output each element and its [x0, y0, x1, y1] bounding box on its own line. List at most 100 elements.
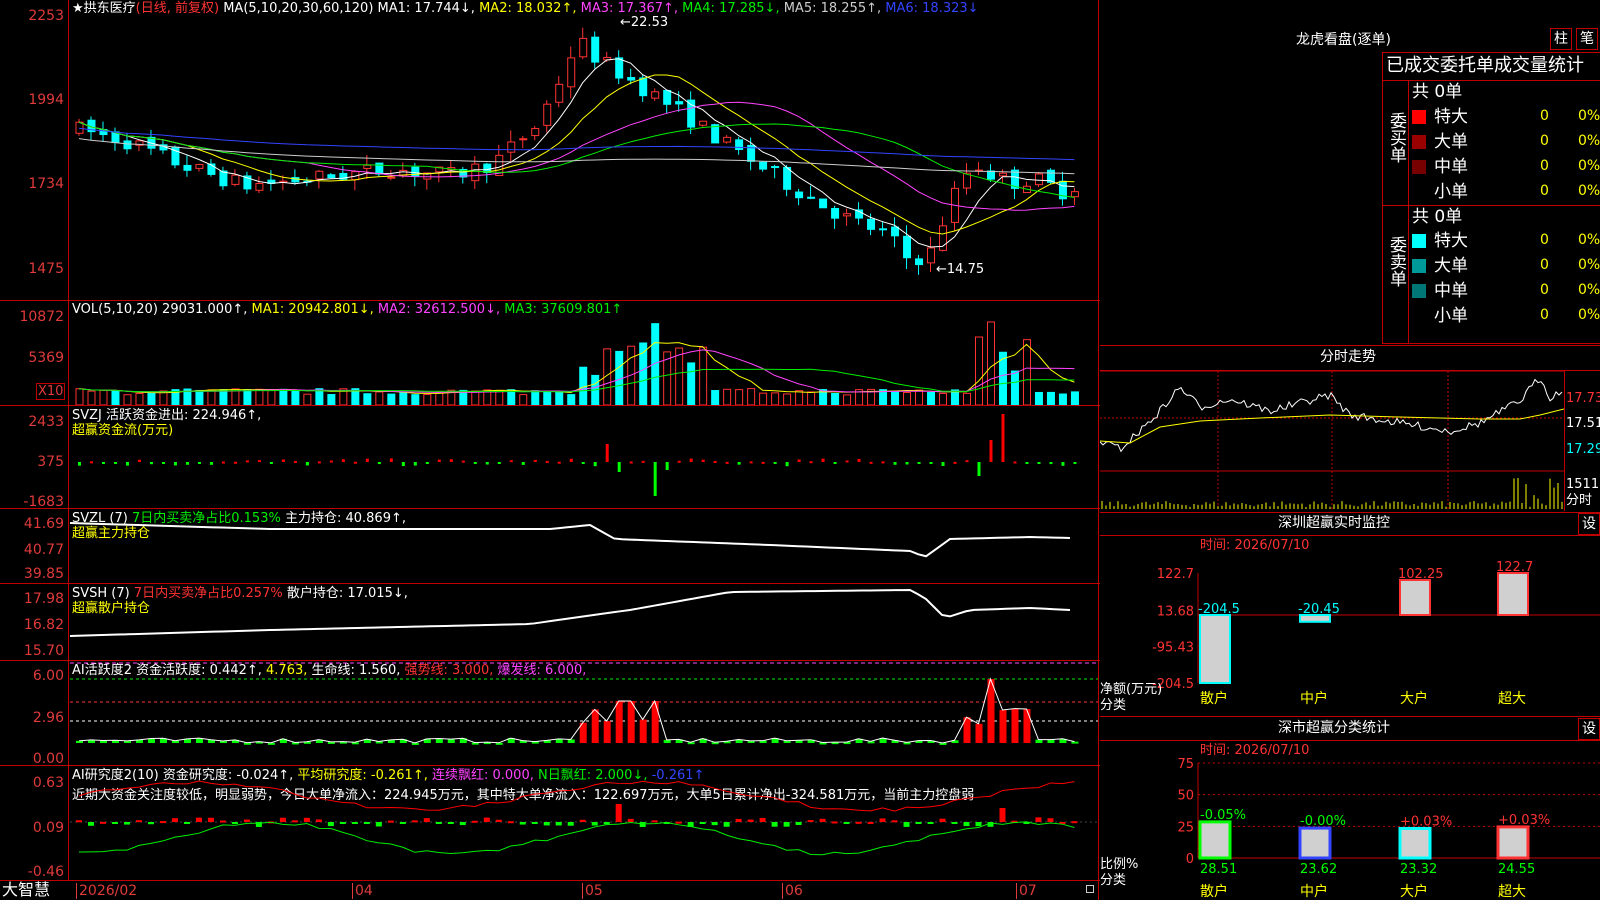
research-bar [99, 821, 106, 824]
research-bar [795, 822, 802, 825]
monitor-settings-button[interactable]: 设 [1578, 513, 1600, 535]
classify-y-tick: 50 [1177, 789, 1194, 804]
candlestick-chart[interactable] [70, 18, 1098, 300]
intraday-chart[interactable] [1100, 371, 1564, 511]
main-holding-chart[interactable] [70, 509, 1098, 583]
candle-body [879, 228, 888, 231]
research-bar [735, 818, 742, 822]
fund-flow-bar [821, 458, 825, 462]
longhu-row[interactable]: 中单 0 0% [1412, 280, 1600, 302]
volume-bar [783, 393, 792, 405]
vol-value: MA1: 20942.801↓, [251, 302, 378, 317]
research-bar [339, 822, 346, 824]
candle-body [231, 174, 240, 185]
price-tick: 1734 [28, 176, 64, 192]
brand-label[interactable]: 大智慧 [2, 880, 50, 900]
classify-value-label: 24.55 [1498, 862, 1535, 877]
fund-flow-bar [593, 462, 597, 467]
longhu-row[interactable]: 特大 0 0% [1412, 230, 1600, 252]
longhu-row[interactable]: 中单 0 0% [1412, 156, 1600, 178]
volume-bar [75, 388, 84, 405]
volume-chart[interactable] [70, 316, 1098, 405]
research-bar [87, 822, 94, 826]
svzj-tick: -1683 [23, 494, 64, 510]
activity-bar [603, 721, 611, 743]
stock-title[interactable]: ★拱东医疗 [72, 1, 136, 16]
trading-terminal: ★拱东医疗(日线, 前复权) MA(5,10,20,30,60,120) MA1… [0, 0, 1600, 900]
activity-bar [999, 710, 1007, 743]
activity-bar [567, 739, 575, 743]
research-bar [399, 822, 406, 824]
ai-research-tick: -0.46 [27, 864, 64, 880]
fund-flow-bar [437, 459, 441, 462]
longhu-row[interactable]: 特大 0 0% [1412, 106, 1600, 128]
tab-column[interactable]: 柱 [1550, 28, 1572, 50]
classify-settings-button[interactable]: 设 [1578, 718, 1600, 740]
fund-flow-bar [749, 461, 753, 464]
row-name: 特大 [1434, 107, 1468, 127]
research-bar [999, 808, 1006, 822]
retail-holding-chart[interactable] [70, 584, 1098, 660]
scroll-lock-icon[interactable] [1086, 885, 1094, 893]
tab-ticket[interactable]: 笔 [1576, 28, 1598, 50]
candle-body [711, 124, 720, 144]
row-pct: 0% [1578, 232, 1600, 248]
research-bar [639, 822, 646, 827]
volume-bar [927, 391, 936, 405]
monitor-value-label: 102.25 [1398, 567, 1444, 582]
row-count: 0 [1540, 257, 1549, 273]
fund-flow-bar [725, 461, 729, 464]
adjust-mode[interactable]: (日线, 前复权) [136, 1, 219, 16]
ai-research-chart[interactable] [70, 766, 1098, 880]
vol-multiplier[interactable]: X10 [36, 383, 66, 400]
candle-body [615, 57, 624, 79]
monitor-bar-chart[interactable]: 122.713.68-95.43-204.5-204.5散户-20.45中户10… [1100, 555, 1600, 715]
longhu-row[interactable]: 大单 0 0% [1412, 255, 1600, 277]
classify-value-label: 23.32 [1400, 862, 1437, 877]
fund-flow-bar [149, 462, 153, 465]
classify-value-label: 23.62 [1300, 862, 1337, 877]
volume-ma-line [78, 368, 1075, 393]
row-pct: 0% [1578, 183, 1600, 199]
fund-flow-bar [473, 462, 477, 464]
fund-flow-chart[interactable] [70, 406, 1098, 508]
candle-body [363, 164, 372, 169]
row-pct: 0% [1578, 133, 1600, 149]
candle-body [891, 226, 900, 237]
volume-bar [543, 390, 552, 405]
volume-bar [675, 347, 684, 405]
monitor-category-label: 大户 [1400, 690, 1428, 707]
row-name: 小单 [1434, 306, 1468, 326]
fund-flow-bar [197, 462, 201, 464]
activity-bar [615, 701, 623, 743]
volume-bar [555, 391, 564, 405]
volume-bar [1010, 370, 1019, 405]
candle-body [387, 176, 396, 179]
panel-divider [1100, 740, 1600, 741]
volume-bar [975, 336, 983, 405]
fund-flow-bar [1013, 461, 1017, 464]
fund-flow-bar [1025, 462, 1029, 464]
vol-value: MA3: 37609.801↑ [504, 302, 623, 317]
fund-flow-bar [737, 462, 741, 465]
fund-flow-bar [389, 458, 393, 462]
buy-side-label: 委买单 [1386, 112, 1406, 163]
ai-activity-chart[interactable] [70, 661, 1098, 765]
fund-flow-bar [353, 461, 357, 464]
fund-flow-bar [509, 460, 513, 463]
candle-body [903, 235, 912, 259]
classify-value-label: 28.51 [1200, 862, 1237, 877]
longhu-row[interactable]: 大单 0 0% [1412, 131, 1600, 153]
candle-body [255, 183, 264, 191]
classify-bar-chart[interactable]: 75 50 25 0 -0.05% 28.51 散户 -0.00% 23.62 中户 +0.03% 2… [1100, 755, 1600, 900]
candle-body [219, 170, 228, 187]
x-tick-label: 2026/02 [76, 883, 137, 899]
research-bar [615, 804, 622, 822]
volume-bar [495, 389, 504, 405]
research-bar [303, 817, 310, 822]
longhu-row[interactable]: 小单 0 0% [1412, 181, 1600, 203]
candle-body [927, 247, 936, 264]
panel-divider [1100, 535, 1600, 536]
longhu-row[interactable]: 小单 0 0% [1412, 305, 1600, 327]
fund-flow-bar [173, 462, 177, 466]
